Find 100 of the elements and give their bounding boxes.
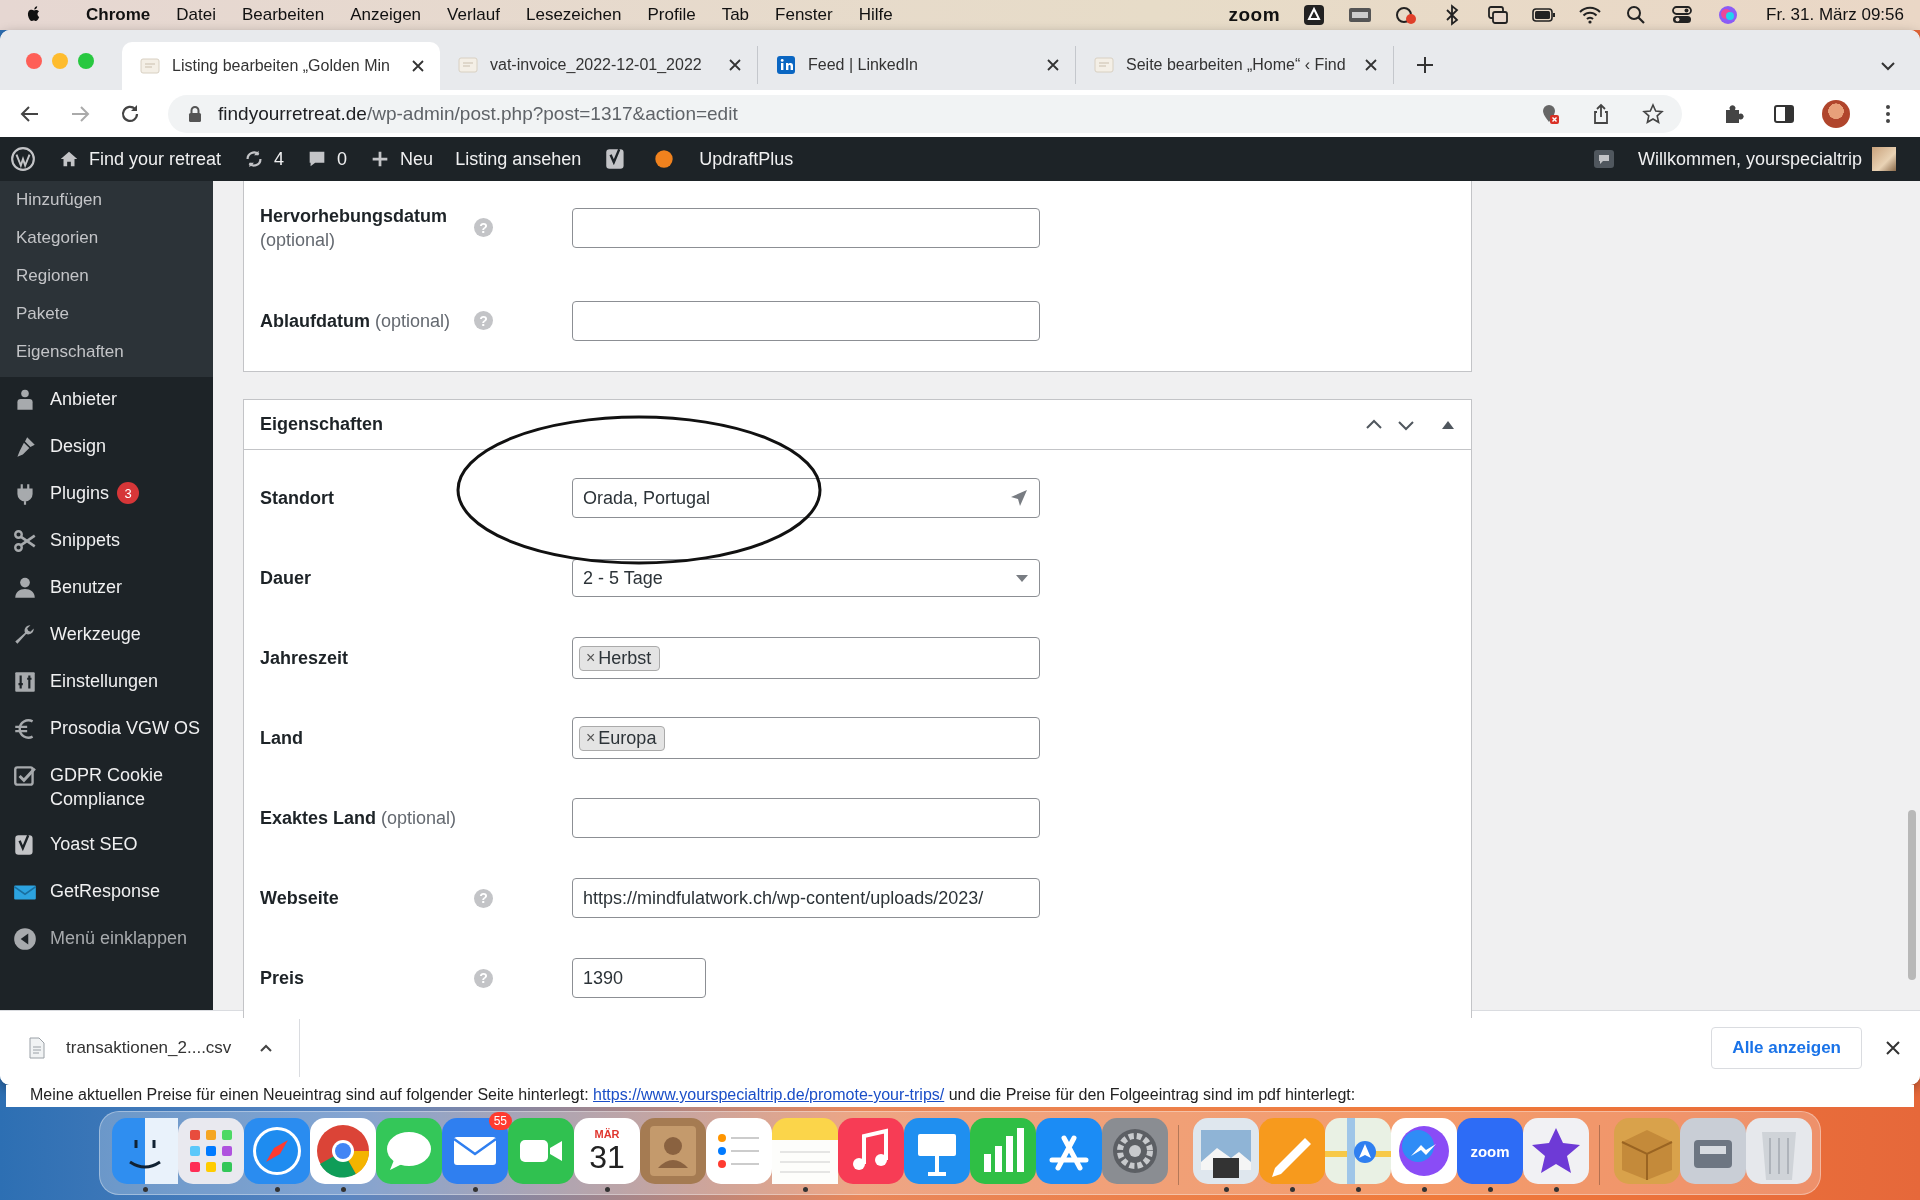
profile-avatar[interactable] [1822, 99, 1850, 128]
user-greeting[interactable]: Willkommen, yourspecialtrip [1637, 148, 1862, 170]
envelope-icon[interactable] [442, 1118, 508, 1184]
sidebar-item[interactable]: Anbieter [50, 387, 118, 411]
sidebar-item[interactable]: Plugins [50, 481, 110, 505]
sidebar-item[interactable]: Design [50, 434, 107, 458]
menu-item[interactable]: Tab [721, 5, 750, 25]
map-icon[interactable] [1325, 1118, 1391, 1184]
sidebar-item[interactable]: Benutzer [50, 575, 123, 599]
sliders-icon [12, 669, 38, 695]
browser-tab[interactable]: Listing bearbeiten „Golden Min [122, 42, 440, 90]
tag-field[interactable]: × Herbst [572, 637, 1040, 679]
menu-item[interactable]: Bearbeiten [241, 5, 325, 25]
background-text: Meine aktuellen Preise für einen Neueintrag sind auf folgender Seite hinterlegt: https://www.yourspecialtrip.de/promote-your-trips/ und die Preise für den Folgeeintrag sind im pdf hinterlegt: [29, 1085, 1357, 1105]
field-label: Webseite [260, 887, 339, 910]
new-tab-icon[interactable] [1414, 54, 1436, 76]
tag-field[interactable]: × Europa [572, 717, 1040, 759]
gear-icon[interactable] [1102, 1118, 1168, 1184]
checkbox-icon [12, 763, 38, 789]
admin-bar-link[interactable]: 4 [243, 148, 285, 170]
count-badge: 3 [117, 482, 140, 504]
location-field[interactable]: Orada, Portugal [572, 478, 1040, 518]
calendar-day: 31 [589, 1140, 625, 1174]
admin-bar-link[interactable]: 0 [306, 148, 348, 170]
bookmark-star-icon[interactable] [1642, 102, 1664, 125]
admin-bar-link[interactable]: Neu [369, 148, 434, 170]
page-icon [1094, 55, 1114, 75]
field-label: Ablaufdatum [260, 309, 370, 333]
page-icon [458, 55, 478, 75]
sidebar-item[interactable]: GDPR Cookie Compliance [50, 763, 205, 811]
tag-chip[interactable]: × Herbst [579, 645, 661, 671]
download-file-name[interactable]: transaktionen_2....csv [66, 1038, 232, 1058]
menu-item[interactable]: Chrome [86, 5, 151, 25]
field-label: Land [260, 727, 303, 750]
app-store-icon[interactable] [1036, 1118, 1102, 1184]
submenu-item[interactable]: Pakete [16, 295, 213, 333]
browser-tab[interactable]: Feed | LinkedIn [758, 46, 1076, 84]
drive-icon[interactable] [1302, 3, 1327, 27]
music-note-icon[interactable] [838, 1118, 904, 1184]
admin-bar-link[interactable]: Listing ansehen [455, 148, 582, 170]
admin-bar-link[interactable]: UpdraftPlus [699, 148, 794, 170]
submenu-item[interactable]: Kategorien [16, 219, 213, 257]
tag-chip[interactable]: × Europa [579, 725, 666, 751]
video-app-icon[interactable]: zoom [1457, 1118, 1523, 1184]
price-field[interactable]: 1390 [572, 958, 706, 998]
close-icon[interactable] [1363, 57, 1379, 73]
sidebar-item[interactable]: Prosodia VGW OS [50, 716, 201, 740]
link[interactable]: https://www.yourspecialtrip.de/promote-your-trips/ [593, 1086, 945, 1103]
text-field[interactable] [572, 798, 1040, 838]
browser-icon[interactable] [310, 1118, 376, 1184]
close-icon[interactable] [727, 57, 743, 73]
show-all-button[interactable]: Alle anzeigen [1711, 1027, 1862, 1069]
calendar-icon[interactable]: MÄR 31 [574, 1118, 640, 1184]
clock[interactable]: Fr. 31. März 09:56 [1766, 5, 1904, 25]
screen-mirror-icon[interactable] [1486, 3, 1511, 27]
sidebar-item[interactable]: GetResponse [50, 879, 161, 903]
submenu-item[interactable]: Eigenschaften [16, 333, 213, 371]
menu-item[interactable]: Verlauf [447, 5, 500, 25]
compass-icon[interactable] [244, 1118, 310, 1184]
wordpress-icon[interactable] [10, 146, 36, 172]
field-label: Hervorhebungsdatum [260, 204, 448, 228]
checklist-icon[interactable] [706, 1118, 772, 1184]
submenu-item[interactable]: Regionen [16, 257, 213, 295]
sidebar-item[interactable]: Snippets [50, 528, 121, 552]
submenu-item[interactable]: Hinzufügen [16, 181, 213, 219]
admin-bar-link[interactable]: Find your retreat [58, 148, 222, 170]
close-icon[interactable] [1045, 57, 1061, 73]
menu-item[interactable]: Lesezeichen [526, 5, 622, 25]
messenger-icon[interactable] [1391, 1118, 1457, 1184]
caret-icon [1015, 573, 1029, 583]
menu-item[interactable]: Fenster [775, 5, 833, 25]
browser-tab[interactable]: Seite bearbeiten „Home“ ‹ Find [1076, 46, 1394, 84]
select-dropdown[interactable]: 2 - 5 Tage [572, 559, 1040, 597]
browser-tab[interactable]: vat-invoice_2022-12-01_2022 [440, 46, 758, 84]
sidebar-item[interactable]: Yoast SEO [50, 832, 138, 856]
sidebar-item[interactable]: Werkzeuge [50, 622, 141, 646]
menu-item[interactable]: Datei [176, 5, 216, 25]
text-field[interactable] [572, 300, 1040, 341]
menu-item[interactable]: Profile [647, 5, 696, 25]
address-bar[interactable]: findyourretreat.de/wp-admin/post.php?post=1317&action=edit [168, 94, 1682, 133]
menu-item[interactable]: Hilfe [858, 5, 893, 25]
face-icon[interactable] [112, 1118, 178, 1184]
zoom-status-item[interactable]: zoom [1228, 4, 1281, 26]
field-label: Jahreszeit [260, 647, 349, 670]
text-field[interactable]: https://mindfulatwork.ch/wp-content/uploads/2023/ [572, 878, 1040, 918]
window-close-button[interactable] [26, 53, 42, 69]
remove-tag-button[interactable]: × [586, 729, 596, 747]
close-icon[interactable] [1884, 1039, 1902, 1057]
sidebar-item[interactable]: Einstellungen [50, 669, 159, 693]
photo-viewer-icon[interactable] [1193, 1118, 1259, 1184]
menu-item[interactable]: Anzeigen [350, 5, 422, 25]
location-arrow-icon [1009, 488, 1029, 508]
sidebar-item[interactable]: Menü einklappen [50, 926, 188, 950]
optional-note: (optional) [260, 228, 336, 252]
notification-icon[interactable] [1591, 147, 1616, 171]
scrollbar-thumb[interactable] [1908, 810, 1916, 980]
remove-tag-button[interactable]: × [586, 649, 596, 667]
presentation-icon[interactable] [904, 1118, 970, 1184]
text-field[interactable] [572, 207, 1040, 248]
close-icon[interactable] [410, 58, 426, 74]
